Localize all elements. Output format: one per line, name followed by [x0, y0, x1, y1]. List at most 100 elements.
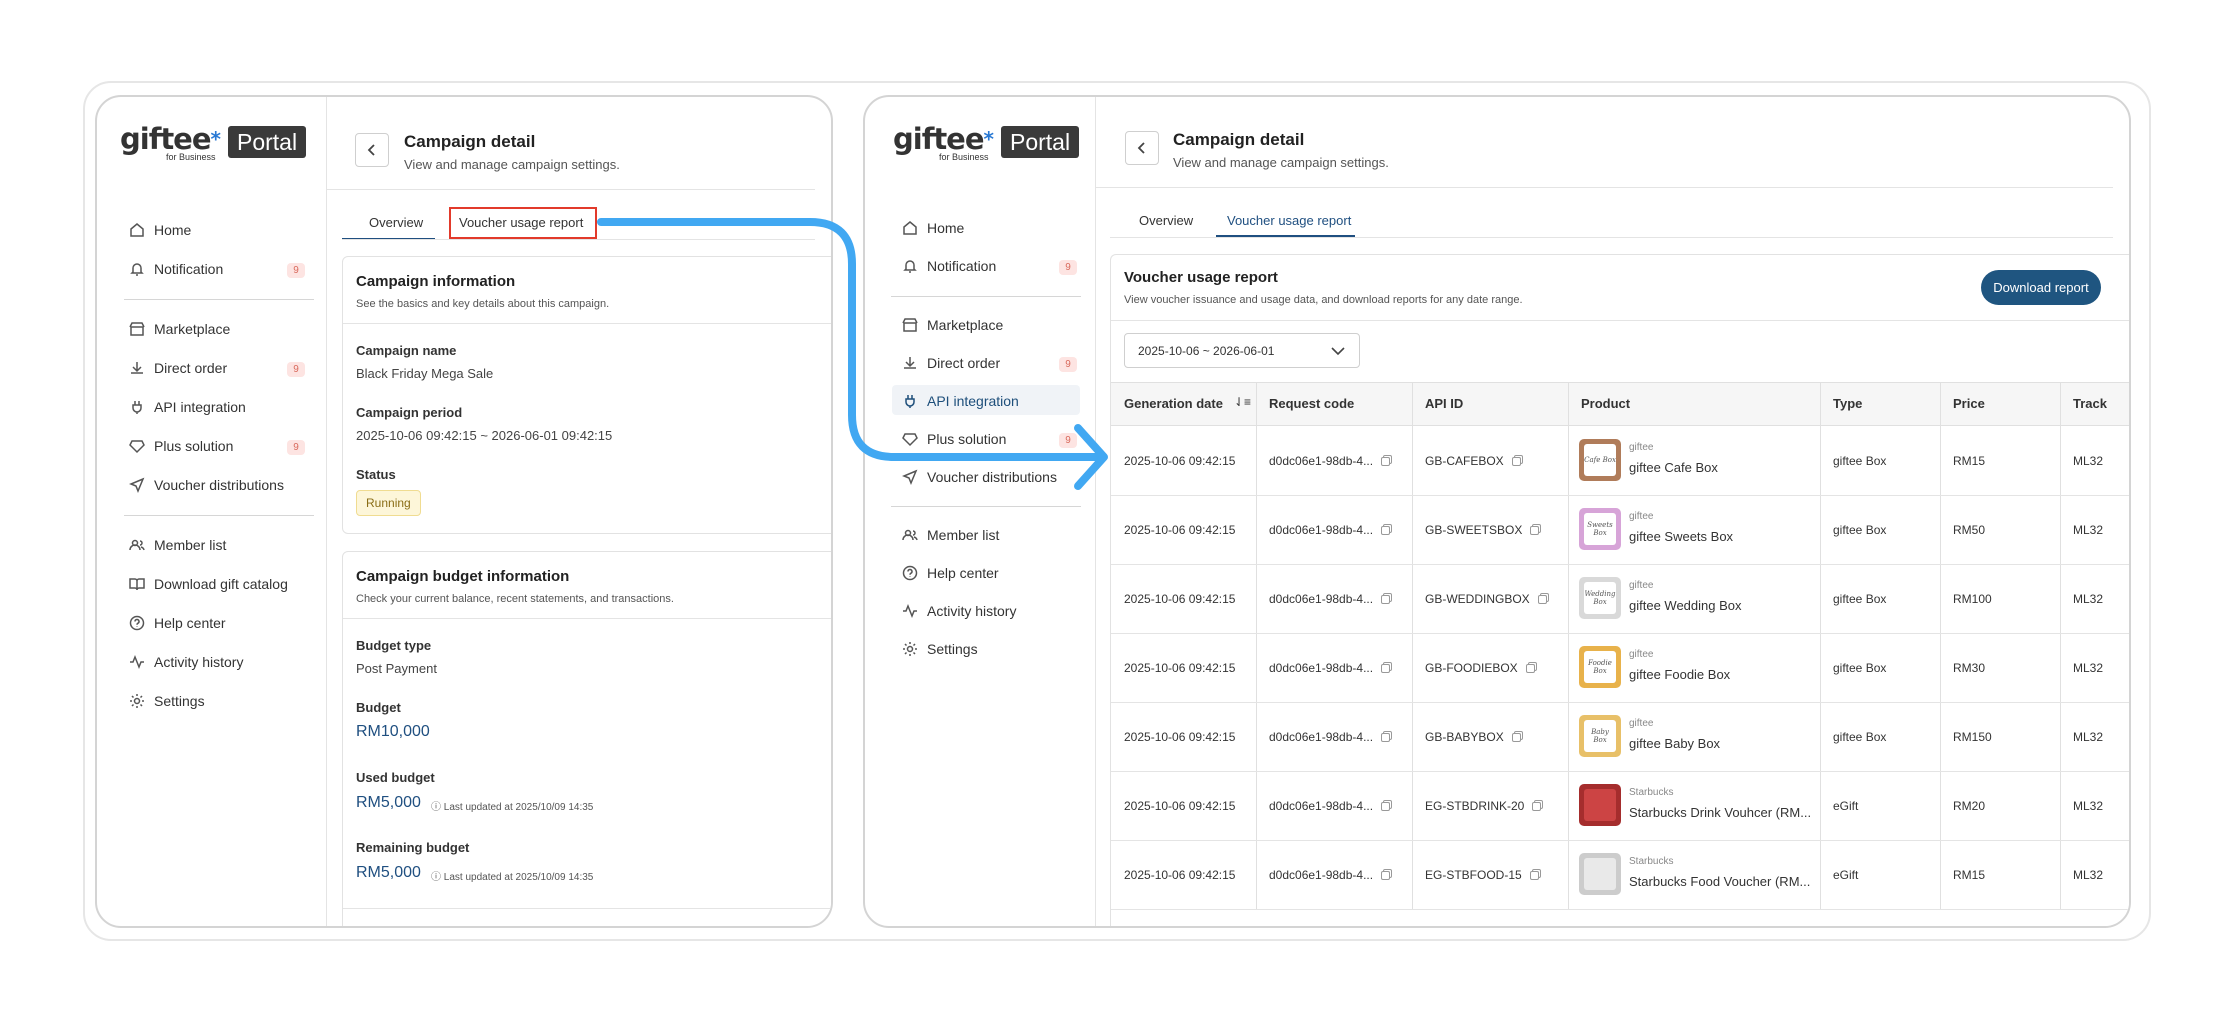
copy-icon[interactable]	[1381, 871, 1391, 880]
price-text: RM100	[1953, 592, 1992, 606]
sidebar-item-activity-history[interactable]: Activity history	[128, 653, 243, 671]
product-name-text: Starbucks Drink Vouhcer (RM...	[1629, 805, 1812, 820]
sidebar-item-voucher-distributions[interactable]: Voucher distributions	[128, 476, 284, 494]
sidebar-item-notification[interactable]: Notification	[901, 257, 996, 275]
table-row-divider	[1111, 909, 2129, 910]
product-brand-text: Starbucks	[1629, 856, 1674, 867]
sidebar-item-home[interactable]: Home	[128, 221, 191, 239]
used-budget-note: ⓘ Last updated at 2025/10/09 14:35	[431, 798, 593, 813]
product-name[interactable]: giftee Cafe Box	[1629, 460, 1718, 475]
tab-overview[interactable]: Overview	[1139, 213, 1193, 228]
sidebar-item-download-gift-catalog[interactable]: Download gift catalog	[128, 575, 288, 593]
track: ML32	[2073, 661, 2103, 675]
sidebar: giftee* for Business Portal Home Notific…	[865, 97, 1096, 926]
diamond-icon	[901, 430, 919, 448]
thumbnail-label: Cafe Box	[1584, 444, 1616, 476]
product-name[interactable]: giftee Sweets Box	[1629, 529, 1733, 544]
product-name[interactable]: Starbucks Drink Vouhcer (RM...	[1629, 805, 1811, 820]
table-row-divider	[1111, 564, 2129, 565]
sidebar-item-member-list[interactable]: Member list	[901, 526, 999, 544]
tab-overview[interactable]: Overview	[369, 215, 423, 230]
product-type: eGift	[1833, 799, 1858, 813]
copy-icon[interactable]	[1511, 457, 1521, 466]
product-type-text: giftee Box	[1833, 454, 1887, 468]
price: RM50	[1953, 523, 1985, 537]
product-thumbnail: Foodie Box	[1579, 646, 1621, 688]
copy-icon[interactable]	[1381, 664, 1391, 673]
copy-icon[interactable]	[1381, 526, 1391, 535]
sidebar-item-marketplace[interactable]: Marketplace	[128, 320, 230, 338]
back-button[interactable]	[1125, 131, 1159, 165]
back-button[interactable]	[355, 133, 389, 167]
copy-icon[interactable]	[1511, 733, 1521, 742]
product-thumbnail: Cafe Box	[1579, 439, 1621, 481]
sidebar-item-help-center[interactable]: Help center	[128, 614, 226, 632]
tab-voucher-usage-report[interactable]: Voucher usage report	[1227, 213, 1351, 228]
download-icon	[128, 359, 146, 377]
price: RM150	[1953, 730, 1992, 744]
note-text: Last updated at 2025/10/09 14:35	[443, 802, 594, 813]
sidebar-item-plus-solution[interactable]: Plus solution	[901, 430, 1006, 448]
price: RM30	[1953, 661, 1985, 675]
generation-date: 2025-10-06 09:42:15	[1124, 661, 1235, 675]
sort-icon[interactable]: ⇃≡	[1234, 395, 1251, 409]
track: ML32	[2073, 799, 2103, 813]
product-thumbnail: Sweets Box	[1579, 508, 1621, 550]
download-report-button[interactable]: Download report	[1981, 270, 2101, 305]
sidebar-item-member-list[interactable]: Member list	[128, 536, 226, 554]
table-row-divider	[1111, 633, 2129, 634]
sidebar-item-direct-order[interactable]: Direct order	[901, 354, 1000, 372]
copy-icon[interactable]	[1381, 595, 1391, 604]
product-name[interactable]: Starbucks Food Voucher (RM...	[1629, 874, 1810, 889]
sidebar-item-settings[interactable]: Settings	[901, 640, 978, 658]
product-name[interactable]: giftee Wedding Box	[1629, 598, 1742, 613]
card-title: Campaign budget information	[356, 568, 570, 585]
notification-count-badge: 9	[1059, 260, 1077, 275]
copy-icon[interactable]	[1381, 733, 1391, 742]
price: RM15	[1953, 868, 1985, 882]
column-header[interactable]: Generation date	[1124, 396, 1223, 411]
chevron-down-icon	[1331, 347, 1345, 356]
voucher-report-card: Voucher usage report View voucher issuan…	[1110, 254, 2129, 926]
sidebar-item-label: Marketplace	[927, 317, 1004, 333]
copy-icon[interactable]	[1537, 595, 1547, 604]
sidebar-item-marketplace[interactable]: Marketplace	[901, 316, 1003, 334]
copy-icon[interactable]	[1381, 457, 1391, 466]
price-text: RM15	[1953, 868, 1986, 882]
sidebar-item-notification[interactable]: Notification	[128, 260, 223, 278]
page-title: Campaign detail	[404, 132, 536, 151]
copy-icon[interactable]	[1532, 802, 1542, 811]
sidebar-item-help-center[interactable]: Help center	[901, 564, 999, 582]
product-name-text: giftee Sweets Box	[1629, 529, 1734, 544]
product-type: giftee Box	[1833, 730, 1886, 744]
logo[interactable]: giftee* for Business Portal	[893, 124, 1080, 162]
api-id: GB-FOODIEBOX	[1425, 661, 1535, 675]
sidebar-item-activity-history[interactable]: Activity history	[901, 602, 1016, 620]
sidebar-item-direct-order[interactable]: Direct order	[128, 359, 227, 377]
price: RM20	[1953, 799, 1985, 813]
copy-icon[interactable]	[1529, 871, 1539, 880]
date-range-select[interactable]: 2025-10-06 ~ 2026-06-01	[1124, 333, 1360, 368]
sidebar-item-settings[interactable]: Settings	[128, 692, 205, 710]
request-code: d0dc06e1-98db-4...	[1269, 523, 1391, 537]
remaining-budget-label: Remaining budget	[356, 840, 470, 855]
copy-icon[interactable]	[1525, 664, 1535, 673]
logo-portal: Portal	[1000, 126, 1080, 158]
product-type-text: eGift	[1833, 799, 1859, 813]
sidebar-item-voucher-distributions[interactable]: Voucher distributions	[901, 468, 1057, 486]
sidebar-item-api-integration[interactable]: API integration	[128, 398, 246, 416]
sidebar-item-plus-solution[interactable]: Plus solution	[128, 437, 233, 455]
sidebar-item-api-integration[interactable]: API integration	[901, 392, 1019, 410]
generation-date-text: 2025-10-06 09:42:15	[1124, 868, 1236, 882]
copy-icon[interactable]	[1530, 526, 1540, 535]
generation-date-text: 2025-10-06 09:42:15	[1124, 523, 1236, 537]
product-brand: giftee	[1629, 580, 1653, 591]
card-divider	[343, 618, 831, 619]
product-name[interactable]: giftee Baby Box	[1629, 736, 1720, 751]
copy-icon[interactable]	[1381, 802, 1391, 811]
sidebar: giftee* for Business Portal Home Notific…	[97, 97, 327, 926]
sidebar-item-home[interactable]: Home	[901, 219, 964, 237]
product-name[interactable]: giftee Foodie Box	[1629, 667, 1730, 682]
logo[interactable]: giftee* for Business Portal	[120, 124, 307, 162]
product-type-text: giftee Box	[1833, 592, 1887, 606]
